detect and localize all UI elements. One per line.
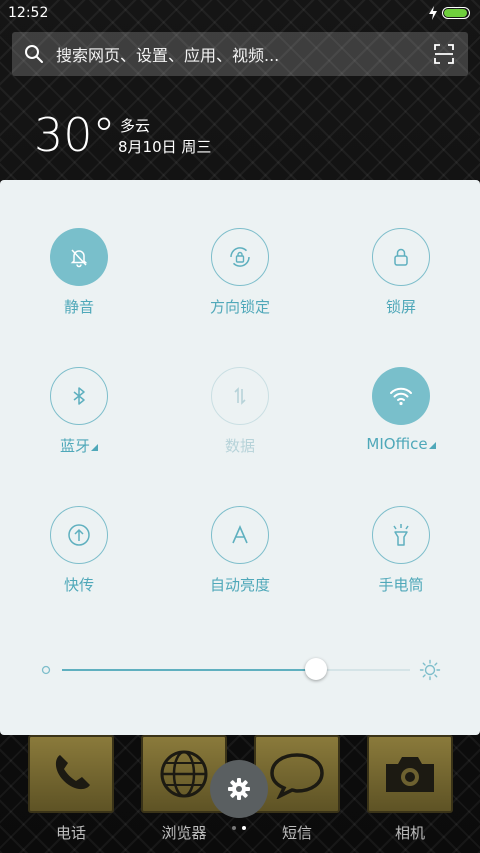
expand-caret-icon[interactable] bbox=[91, 444, 98, 451]
page-indicator bbox=[232, 826, 246, 830]
lock-icon bbox=[394, 248, 408, 266]
toggle-circle[interactable] bbox=[211, 367, 269, 425]
toggle-label: 自动亮度 bbox=[209, 576, 270, 594]
toggle-label: 锁屏 bbox=[385, 298, 416, 316]
transfer-icon bbox=[68, 524, 90, 546]
charging-icon bbox=[429, 6, 437, 20]
auto-brightness-icon bbox=[232, 525, 248, 544]
bell-off-icon bbox=[70, 249, 88, 268]
weather-condition: 多云 bbox=[120, 117, 151, 135]
expand-caret-icon[interactable] bbox=[428, 442, 436, 449]
dock-app-messages[interactable] bbox=[254, 735, 340, 813]
battery-icon bbox=[442, 7, 470, 19]
toggle-label: 数据 bbox=[224, 437, 255, 455]
dock-label: 浏览器 bbox=[161, 824, 207, 842]
toggle-auto-brightness[interactable]: 自动亮度 bbox=[170, 506, 310, 595]
dock-label: 短信 bbox=[281, 824, 312, 842]
search-bar[interactable]: 搜索网页、设置、应用、视频... bbox=[12, 32, 468, 76]
toggle-circle[interactable] bbox=[50, 228, 108, 286]
settings-button[interactable] bbox=[210, 760, 268, 818]
status-icons bbox=[428, 6, 470, 20]
brightness-high-icon bbox=[419, 659, 441, 681]
brightness-low-icon bbox=[41, 665, 51, 675]
flashlight-icon bbox=[393, 524, 409, 546]
toggle-label: 静音 bbox=[63, 298, 94, 316]
toggle-lock-screen[interactable]: 锁屏 bbox=[331, 228, 471, 317]
toggle-label: 方向锁定 bbox=[209, 298, 270, 316]
toggle-label: 手电筒 bbox=[378, 576, 424, 594]
toggle-circle[interactable] bbox=[372, 506, 430, 564]
weather-temperature[interactable]: 30° bbox=[34, 108, 116, 162]
toggle-label-text: MIOffice bbox=[366, 435, 428, 453]
rotation-lock-icon bbox=[230, 247, 250, 267]
toggle-circle[interactable] bbox=[211, 228, 269, 286]
toggle-flashlight[interactable]: 手电筒 bbox=[331, 506, 471, 595]
brightness-slider-knob[interactable] bbox=[305, 658, 328, 680]
phone-icon bbox=[55, 755, 90, 790]
toggle-label-text: 蓝牙 bbox=[59, 437, 90, 455]
page-dot bbox=[232, 826, 236, 830]
quick-settings-panel: 静音 方向锁定 锁屏 蓝牙 数据 MIOffice 快传 自动亮度 手电筒 bbox=[0, 180, 480, 735]
toggle-circle[interactable] bbox=[50, 506, 108, 564]
toggle-label: 蓝牙 bbox=[9, 435, 149, 456]
toggle-wifi[interactable]: MIOffice bbox=[331, 367, 471, 453]
toggle-rotation-lock[interactable]: 方向锁定 bbox=[170, 228, 310, 317]
message-icon bbox=[270, 753, 324, 799]
dock-app-phone[interactable] bbox=[28, 735, 114, 813]
toggle-label: 快传 bbox=[63, 576, 94, 594]
brightness-slider-fill bbox=[62, 669, 317, 671]
scan-icon[interactable] bbox=[434, 44, 454, 64]
brightness-slider[interactable] bbox=[62, 658, 410, 680]
toggle-silent[interactable]: 静音 bbox=[9, 228, 149, 317]
data-arrows-icon bbox=[234, 387, 246, 405]
weather-date: 8月10日 周三 bbox=[118, 138, 212, 156]
toggle-quick-transfer[interactable]: 快传 bbox=[9, 506, 149, 595]
toggle-circle[interactable] bbox=[372, 367, 430, 425]
toggle-bluetooth[interactable]: 蓝牙 bbox=[9, 367, 149, 456]
toggle-circle[interactable] bbox=[50, 367, 108, 425]
gear-icon bbox=[228, 778, 250, 800]
toggle-mobile-data[interactable]: 数据 bbox=[170, 367, 310, 456]
dock-label: 电话 bbox=[55, 824, 86, 842]
dock-label: 相机 bbox=[394, 824, 425, 842]
status-bar: 12:52 bbox=[0, 0, 480, 28]
toggle-label: MIOffice bbox=[331, 435, 471, 453]
toggle-circle[interactable] bbox=[211, 506, 269, 564]
page-dot-active bbox=[242, 826, 246, 830]
camera-icon bbox=[386, 757, 434, 792]
globe-icon bbox=[160, 750, 208, 798]
dock-app-camera[interactable] bbox=[367, 735, 453, 813]
wifi-icon bbox=[390, 387, 412, 406]
toggle-circle[interactable] bbox=[372, 228, 430, 286]
status-time: 12:52 bbox=[8, 5, 49, 21]
bluetooth-icon bbox=[73, 387, 85, 405]
search-icon bbox=[25, 45, 43, 63]
search-input[interactable]: 搜索网页、设置、应用、视频... bbox=[56, 42, 279, 66]
